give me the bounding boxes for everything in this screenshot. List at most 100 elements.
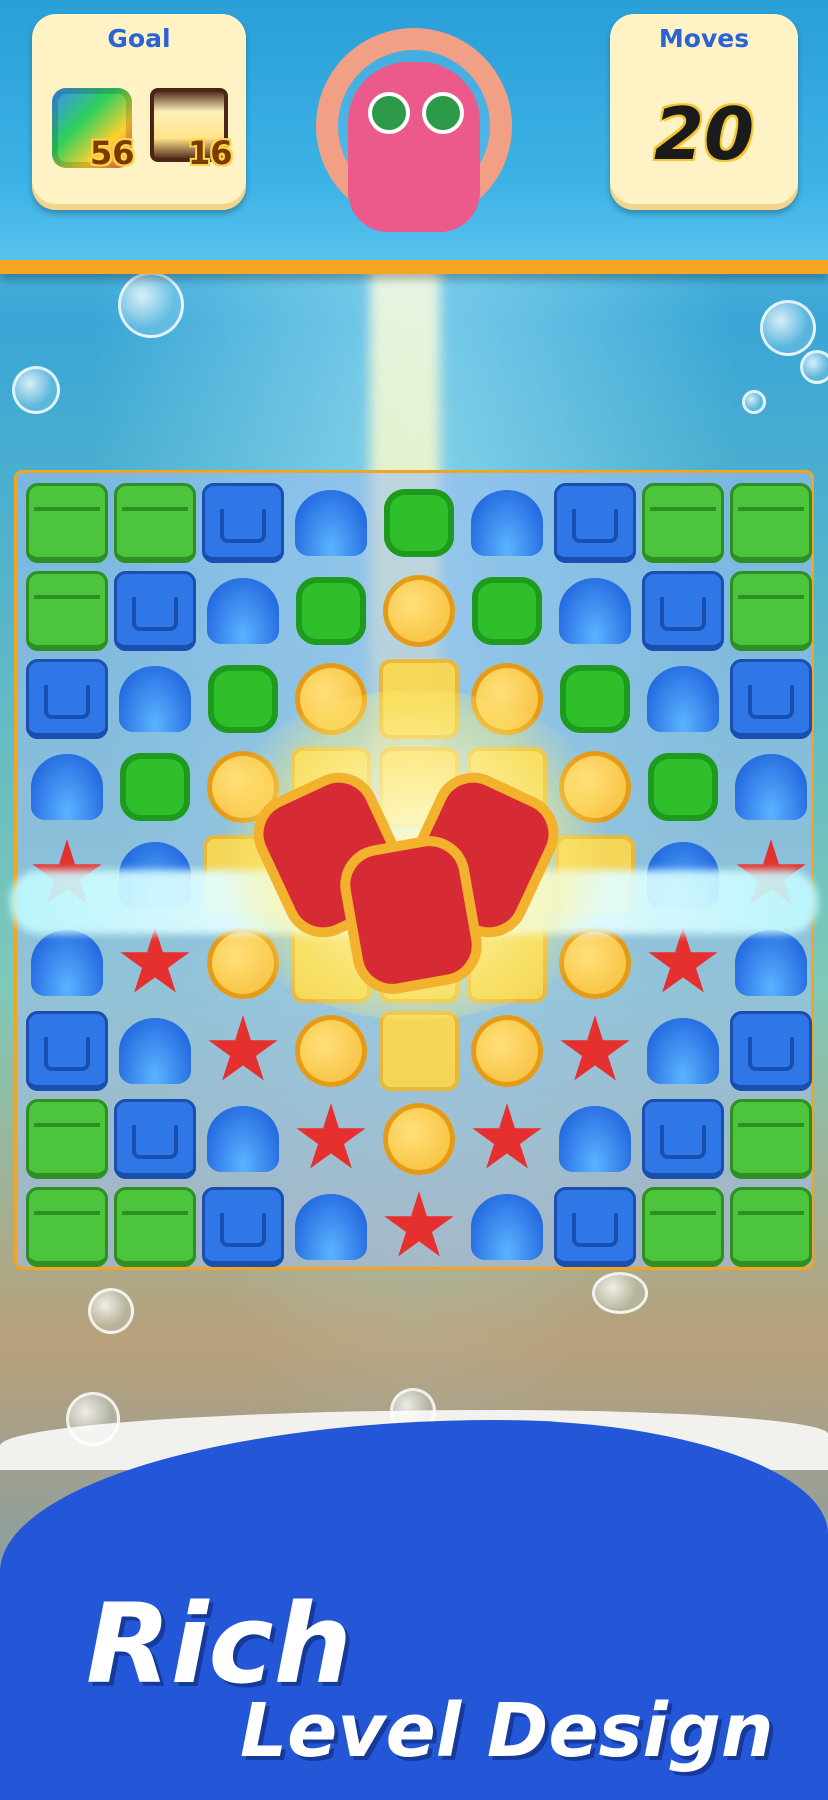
moves-panel: Moves 20	[610, 14, 798, 210]
board-cell[interactable]	[639, 567, 727, 655]
blue-crate-icon	[26, 1011, 108, 1091]
board-cell[interactable]	[199, 1095, 287, 1183]
board-cell[interactable]	[727, 567, 815, 655]
board-cell[interactable]	[23, 1183, 111, 1271]
board-cell[interactable]	[199, 479, 287, 567]
blue-crate-icon	[202, 483, 284, 563]
turtle-icon	[560, 665, 630, 733]
top-hud: Goal 56 16 Moves 20	[0, 0, 828, 274]
board-cell[interactable]	[375, 1095, 463, 1183]
board-cell[interactable]	[23, 1095, 111, 1183]
green-crate-icon	[26, 571, 108, 651]
board-cell[interactable]	[463, 1007, 551, 1095]
board-cell[interactable]	[23, 567, 111, 655]
bubble	[118, 272, 184, 338]
green-crate-icon	[114, 483, 196, 563]
board-cell[interactable]	[23, 1007, 111, 1095]
blue-crate-icon	[554, 1187, 636, 1267]
board-cell[interactable]	[287, 1183, 375, 1271]
board-cell[interactable]	[639, 1095, 727, 1183]
board-cell[interactable]	[375, 479, 463, 567]
board-cell[interactable]	[551, 479, 639, 567]
green-crate-icon	[642, 1187, 724, 1267]
board-cell[interactable]	[639, 655, 727, 743]
board-cell[interactable]	[551, 655, 639, 743]
board-cell[interactable]	[287, 479, 375, 567]
board-cell[interactable]	[727, 479, 815, 567]
blue-crate-icon	[114, 1099, 196, 1179]
bubble	[742, 390, 766, 414]
board-cell[interactable]	[727, 1095, 815, 1183]
board-cell[interactable]	[727, 743, 815, 831]
board-cell[interactable]	[199, 1007, 287, 1095]
board-cell[interactable]	[111, 655, 199, 743]
board-cell[interactable]	[23, 743, 111, 831]
board-cell[interactable]	[551, 1007, 639, 1095]
bubble	[88, 1288, 134, 1334]
board-cell[interactable]	[111, 479, 199, 567]
caption-line-2: Level Design	[240, 1688, 774, 1774]
green-crate-icon	[730, 571, 812, 651]
goal-count-blocks: 56	[90, 134, 135, 172]
shell-icon	[295, 490, 367, 556]
board-cell[interactable]	[639, 1183, 727, 1271]
board-cell[interactable]	[639, 479, 727, 567]
board-cell[interactable]	[463, 1183, 551, 1271]
starfish-icon	[384, 1191, 454, 1257]
snail-icon	[295, 1015, 367, 1087]
starfish-icon	[120, 927, 190, 993]
octopus-mascot	[348, 62, 480, 232]
turtle-icon	[472, 577, 542, 645]
moves-counter: 20	[653, 92, 755, 176]
starfish-icon	[472, 1103, 542, 1169]
board-cell[interactable]	[111, 1095, 199, 1183]
green-crate-icon	[114, 1187, 196, 1267]
shell-icon	[207, 1106, 279, 1172]
board-cell[interactable]	[287, 1095, 375, 1183]
board-cell[interactable]	[463, 479, 551, 567]
shell-icon	[31, 930, 103, 996]
board-cell[interactable]	[463, 1095, 551, 1183]
board-cell[interactable]	[727, 1183, 815, 1271]
bubble	[12, 366, 60, 414]
bubble	[800, 350, 828, 384]
board-cell[interactable]	[375, 567, 463, 655]
board-cell[interactable]	[199, 567, 287, 655]
board-cell[interactable]	[287, 567, 375, 655]
green-crate-icon	[730, 1187, 812, 1267]
shell-icon	[471, 1194, 543, 1260]
board-cell[interactable]	[111, 567, 199, 655]
blue-crate-icon	[202, 1187, 284, 1267]
board-cell[interactable]	[23, 479, 111, 567]
board-cell[interactable]	[111, 743, 199, 831]
green-crate-icon	[730, 1099, 812, 1179]
board-cell[interactable]	[727, 1007, 815, 1095]
board-cell[interactable]	[551, 1183, 639, 1271]
shell-icon	[647, 1018, 719, 1084]
turtle-icon	[384, 489, 454, 557]
board-cell[interactable]	[727, 655, 815, 743]
board-cell[interactable]	[551, 1095, 639, 1183]
board-cell[interactable]	[639, 1007, 727, 1095]
gold-tile-icon	[379, 1011, 459, 1091]
shell-icon	[31, 754, 103, 820]
board-cell[interactable]	[199, 1183, 287, 1271]
board-cell[interactable]	[111, 1007, 199, 1095]
board-cell[interactable]	[639, 743, 727, 831]
starfish-icon	[560, 1015, 630, 1081]
board-cell[interactable]	[463, 567, 551, 655]
board-cell[interactable]	[111, 1183, 199, 1271]
blue-crate-icon	[26, 659, 108, 739]
goal-title: Goal	[107, 24, 171, 53]
moves-title: Moves	[658, 24, 750, 53]
blue-crate-icon	[730, 659, 812, 739]
board-cell[interactable]	[551, 567, 639, 655]
octopus-eye-left	[368, 92, 410, 134]
shell-icon	[207, 578, 279, 644]
board-cell[interactable]	[375, 1183, 463, 1271]
board-cell[interactable]	[375, 1007, 463, 1095]
board-cell[interactable]	[287, 1007, 375, 1095]
shell-icon	[735, 754, 807, 820]
board-cell[interactable]	[23, 655, 111, 743]
shell-icon	[295, 1194, 367, 1260]
